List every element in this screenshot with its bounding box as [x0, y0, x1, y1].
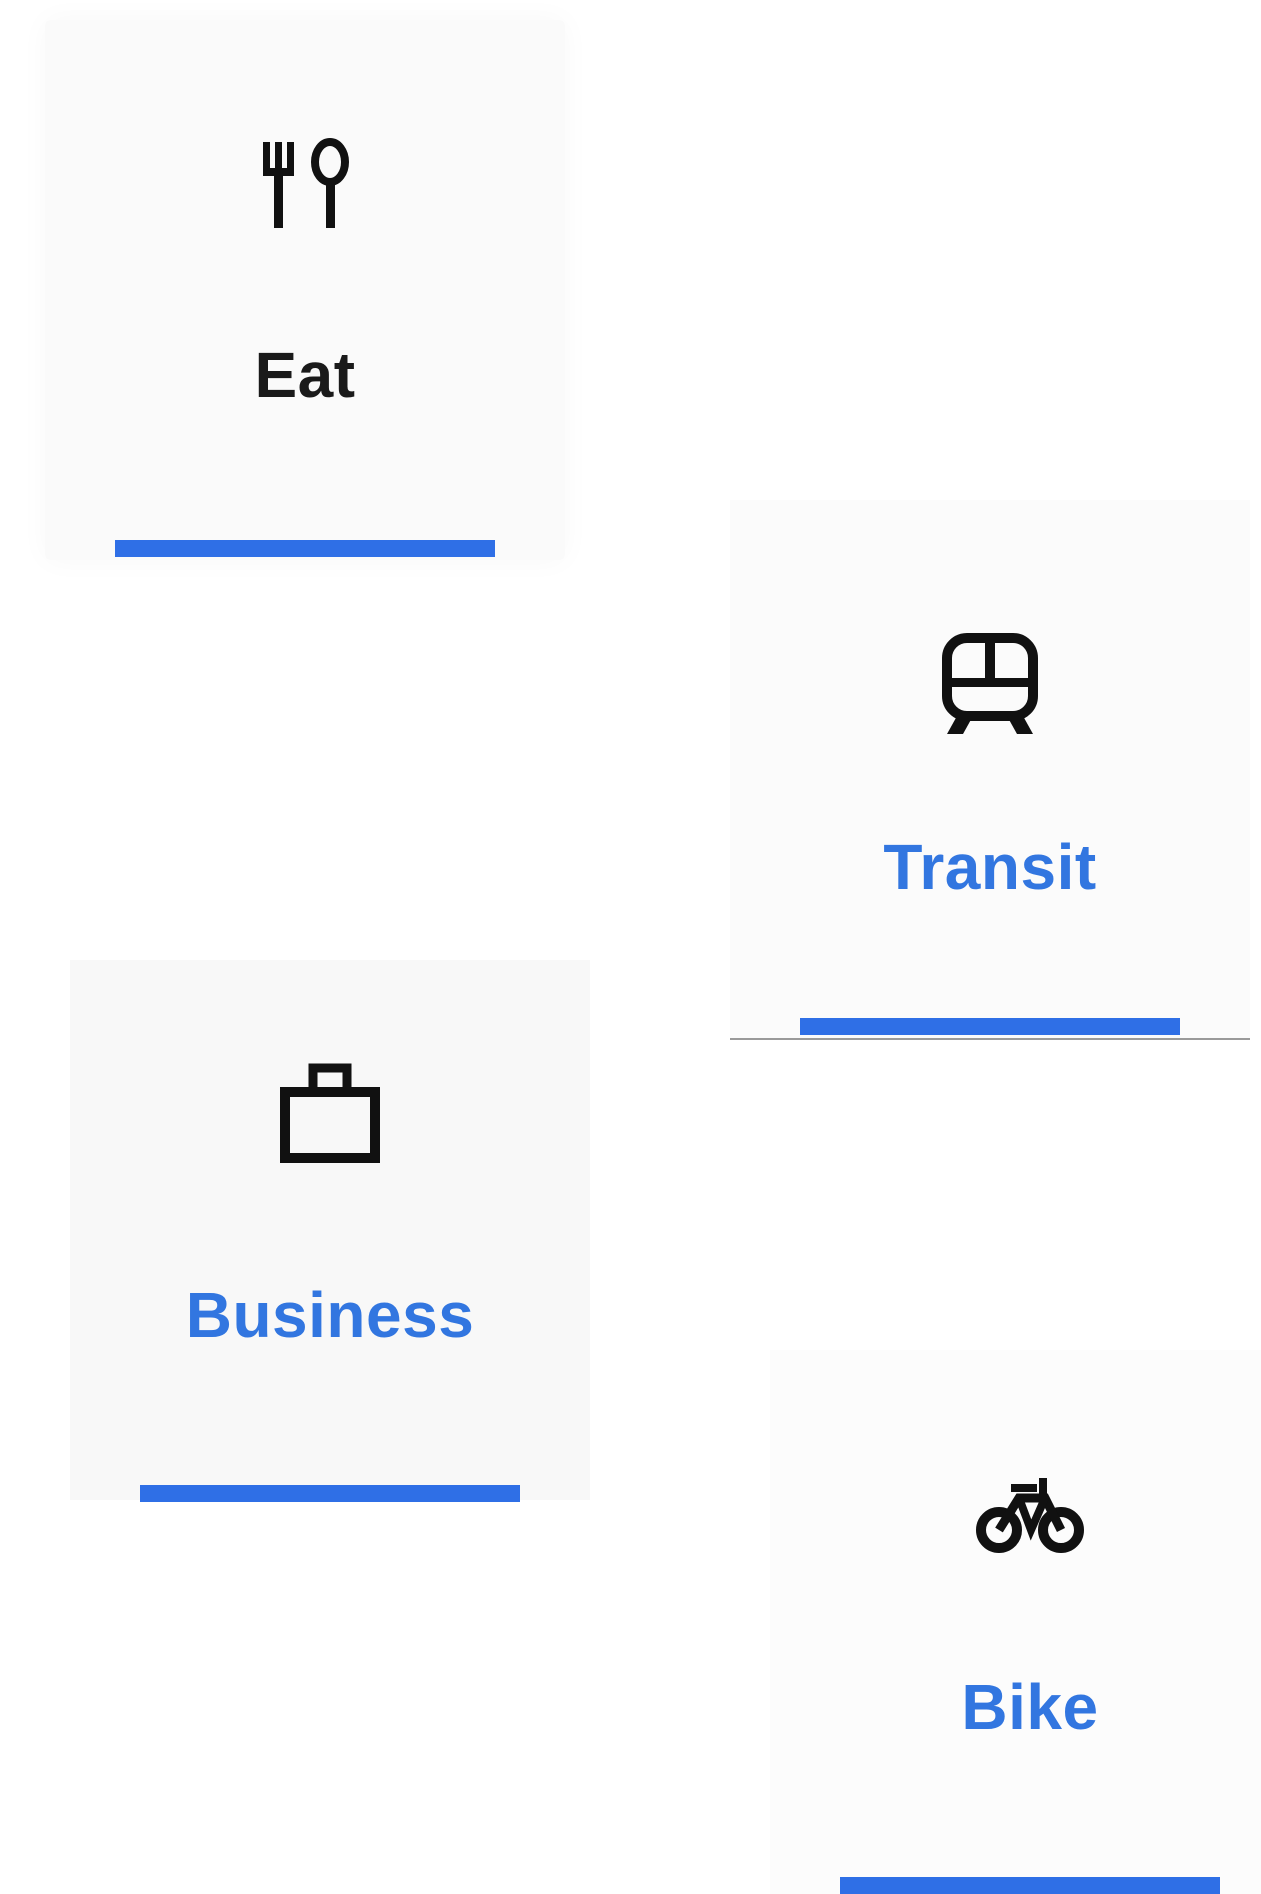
bicycle-icon — [976, 1478, 1084, 1553]
fork-spoon-icon — [263, 138, 349, 228]
briefcase-icon — [280, 1063, 380, 1163]
active-underline — [115, 540, 495, 557]
train-icon — [942, 633, 1038, 734]
category-tile-business[interactable]: Business — [70, 960, 590, 1502]
active-underline — [800, 1018, 1180, 1035]
category-tile-bike[interactable]: Bike — [770, 1350, 1261, 1894]
category-label: Business — [185, 1279, 475, 1351]
active-underline — [840, 1877, 1220, 1894]
category-label: Bike — [961, 1671, 1099, 1743]
active-underline — [140, 1485, 520, 1502]
category-tile-eat[interactable]: Eat — [45, 20, 565, 560]
category-label: Eat — [254, 339, 356, 411]
category-label: Transit — [883, 831, 1097, 903]
category-tile-transit[interactable]: Transit — [730, 500, 1250, 1040]
